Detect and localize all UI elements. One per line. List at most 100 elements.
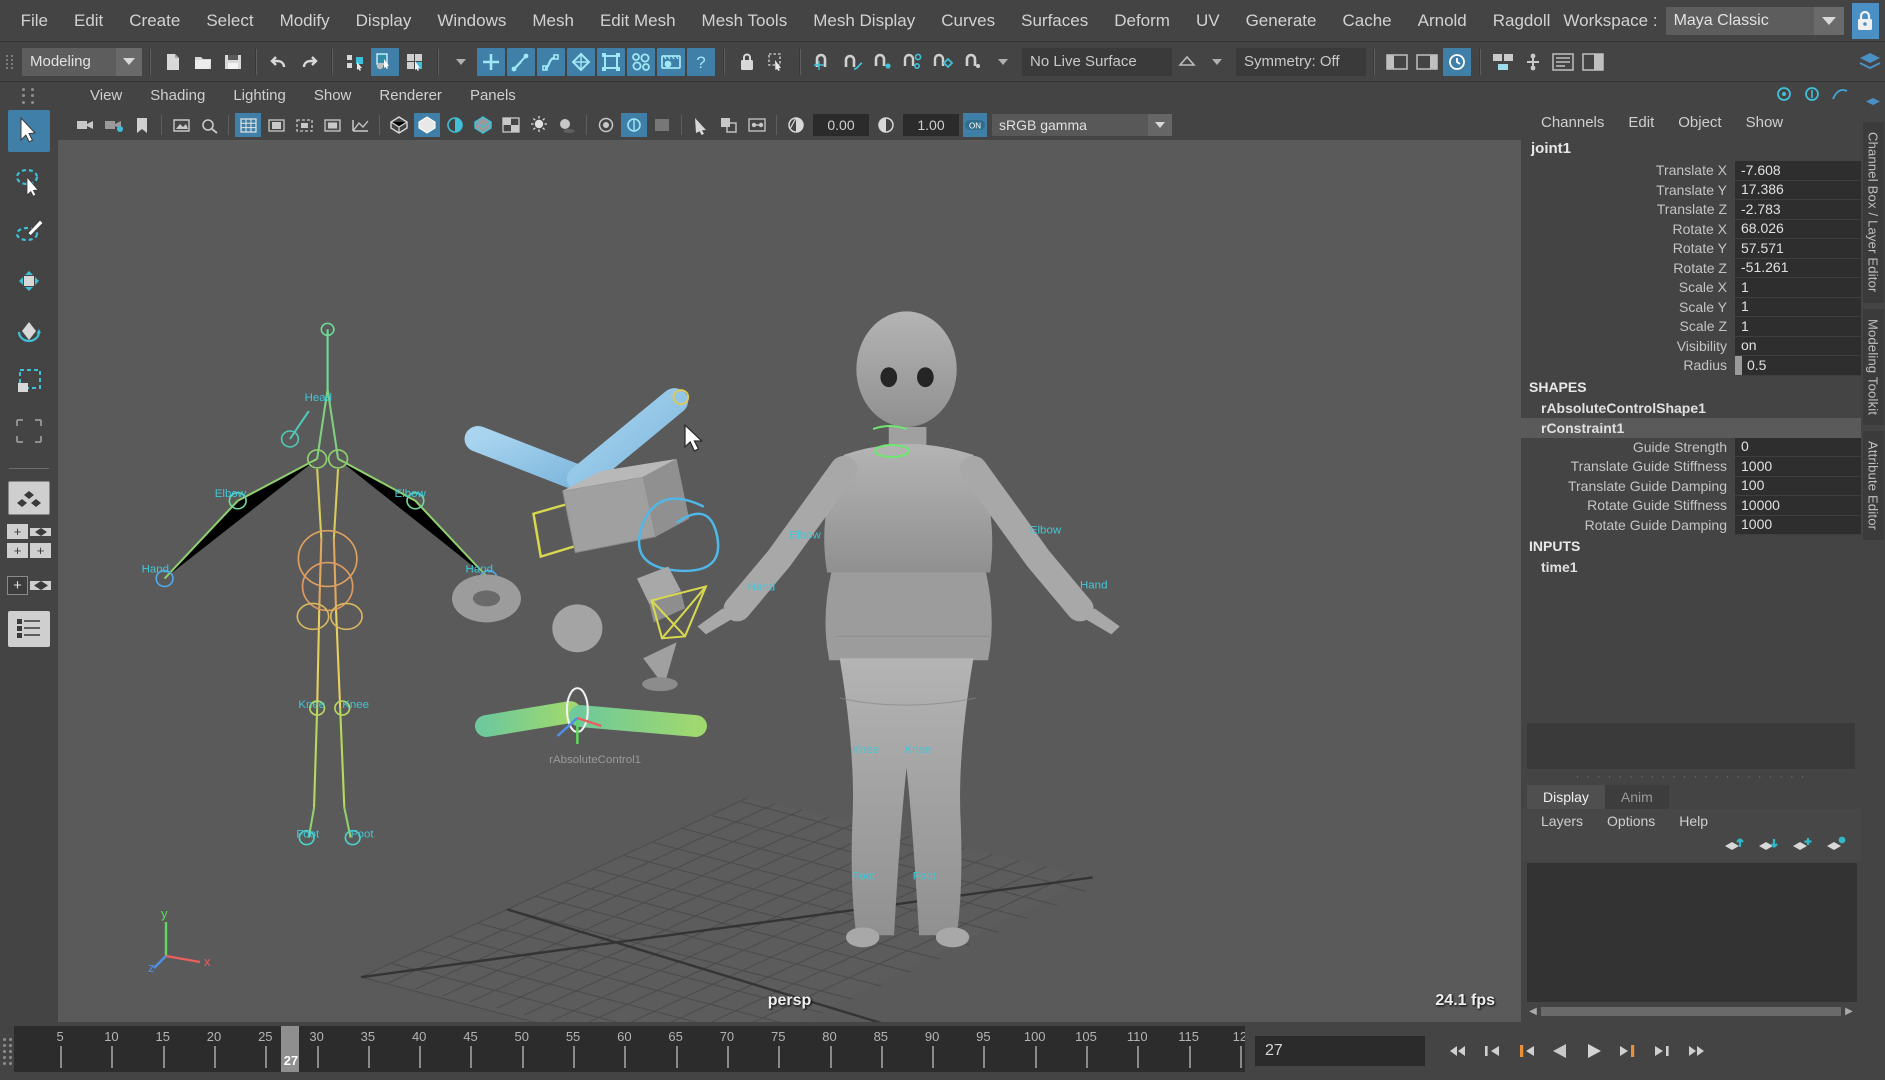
highlight-selection-icon[interactable] bbox=[763, 48, 791, 76]
shade-options-icon[interactable] bbox=[442, 113, 468, 137]
film-origin-icon[interactable] bbox=[347, 113, 373, 137]
attribute-row[interactable]: Translate Y17.386 bbox=[1521, 181, 1861, 201]
isolate-select-icon[interactable] bbox=[688, 113, 714, 137]
smooth-shade-all-icon[interactable] bbox=[414, 113, 440, 137]
layer-horizontal-scrollbar[interactable]: ◀ ▶ bbox=[1527, 1004, 1855, 1018]
scroll-right-icon[interactable]: ▶ bbox=[1843, 1006, 1855, 1017]
menu-uv[interactable]: UV bbox=[1183, 0, 1233, 42]
attribute-row[interactable]: Visibilityon bbox=[1521, 337, 1861, 357]
scroll-thumb[interactable] bbox=[1541, 1007, 1841, 1016]
select-by-component-icon[interactable] bbox=[401, 48, 429, 76]
attr-value[interactable]: 1000 bbox=[1735, 516, 1861, 536]
attr-value[interactable]: 0 bbox=[1735, 438, 1861, 458]
snap-point-icon[interactable] bbox=[869, 48, 897, 76]
attr-value[interactable]: 0.5 bbox=[1735, 356, 1861, 376]
xray-icon[interactable] bbox=[716, 113, 742, 137]
layer-menu-layers[interactable]: Layers bbox=[1529, 809, 1595, 833]
menu-mesh-display[interactable]: Mesh Display bbox=[800, 0, 928, 42]
menu-edit[interactable]: Edit bbox=[61, 0, 116, 42]
menu-create[interactable]: Create bbox=[116, 0, 193, 42]
add-objects-icon[interactable] bbox=[477, 48, 505, 76]
viewport-menu-renderer[interactable]: Renderer bbox=[365, 82, 456, 110]
select-tool[interactable] bbox=[8, 110, 50, 152]
attr-value[interactable]: -2.783 bbox=[1735, 200, 1861, 220]
undo-icon[interactable] bbox=[265, 48, 293, 76]
viewport-menu-shading[interactable]: Shading bbox=[136, 82, 219, 110]
attribute-row[interactable]: Translate Guide Stiffness1000 bbox=[1521, 457, 1861, 477]
attribute-row[interactable]: Translate X-7.608 bbox=[1521, 161, 1861, 181]
timeline-grip[interactable] bbox=[0, 1022, 14, 1080]
tab-channel-box-layer-editor[interactable]: Channel Box / Layer Editor bbox=[1863, 122, 1884, 303]
misc-filter-icon[interactable]: ? bbox=[687, 48, 715, 76]
menu-display[interactable]: Display bbox=[343, 0, 425, 42]
menu-ragdoll[interactable]: Ragdoll bbox=[1480, 0, 1564, 42]
viewport-menu-lighting[interactable]: Lighting bbox=[219, 82, 300, 110]
channel-box-toggle-icon[interactable] bbox=[1579, 48, 1607, 76]
viewport-menu-view[interactable]: View bbox=[76, 82, 136, 110]
snap-view-plane-icon[interactable] bbox=[929, 48, 957, 76]
lock-selection-icon[interactable] bbox=[733, 48, 761, 76]
attribute-row[interactable]: Scale Z1 bbox=[1521, 317, 1861, 337]
four-pane-layout[interactable]: + bbox=[7, 567, 51, 603]
save-scene-icon[interactable] bbox=[219, 48, 247, 76]
single-pane-layout[interactable] bbox=[8, 481, 50, 515]
last-tool-used[interactable] bbox=[8, 410, 50, 452]
menu-set-dropdown[interactable]: Modeling bbox=[22, 48, 142, 76]
layer-menu-options[interactable]: Options bbox=[1595, 809, 1667, 833]
exposure-field[interactable]: 0.00 bbox=[813, 114, 869, 136]
menu-curves[interactable]: Curves bbox=[928, 0, 1008, 42]
move-tool[interactable] bbox=[8, 260, 50, 302]
attr-value[interactable]: 68.026 bbox=[1735, 220, 1861, 240]
channelbox-menu-channels[interactable]: Channels bbox=[1529, 110, 1616, 136]
deformers-filter-icon[interactable] bbox=[597, 48, 625, 76]
two-pane-layout[interactable]: + + + bbox=[7, 523, 51, 559]
toolbar-grip[interactable] bbox=[4, 47, 16, 77]
shadows-icon[interactable] bbox=[554, 113, 580, 137]
bookmark-icon[interactable] bbox=[129, 113, 155, 137]
panel-splitter-handle[interactable]: · · · · · · · · · · · · · · · · · · · · … bbox=[1521, 771, 1861, 785]
menu-file[interactable]: File bbox=[8, 0, 61, 42]
attr-value[interactable]: -7.608 bbox=[1735, 161, 1861, 181]
make-live-icon[interactable] bbox=[1173, 48, 1201, 76]
attribute-row[interactable]: Rotate Guide Damping1000 bbox=[1521, 516, 1861, 536]
ambient-occlusion-icon[interactable] bbox=[593, 113, 619, 137]
channel-box-scroll-area[interactable] bbox=[1527, 723, 1855, 769]
dynamics-filter-icon[interactable] bbox=[627, 48, 655, 76]
attr-value[interactable]: -51.261 bbox=[1735, 259, 1861, 279]
attribute-row[interactable]: Rotate Z-51.261 bbox=[1521, 259, 1861, 279]
motion-blur-icon[interactable] bbox=[621, 113, 647, 137]
xray-joints-icon[interactable] bbox=[744, 113, 770, 137]
timeline-current-frame-marker[interactable]: 27 bbox=[281, 1026, 299, 1072]
gate-mask-icon[interactable] bbox=[319, 113, 345, 137]
curves-filter-icon[interactable] bbox=[507, 48, 535, 76]
menu-windows[interactable]: Windows bbox=[424, 0, 519, 42]
chevron-down-icon[interactable] bbox=[989, 48, 1017, 76]
layer-menu-help[interactable]: Help bbox=[1667, 809, 1720, 833]
menu-surfaces[interactable]: Surfaces bbox=[1008, 0, 1101, 42]
color-space-dropdown[interactable]: sRGB gamma bbox=[992, 114, 1172, 136]
menu-deform[interactable]: Deform bbox=[1101, 0, 1183, 42]
tab-anim[interactable]: Anim bbox=[1605, 785, 1669, 809]
snap-pivot-icon[interactable] bbox=[959, 48, 987, 76]
attribute-row[interactable]: Rotate Guide Stiffness10000 bbox=[1521, 496, 1861, 516]
maya-layers-icon[interactable] bbox=[1856, 48, 1884, 76]
snap-projected-center-icon[interactable] bbox=[899, 48, 927, 76]
menu-mesh-tools[interactable]: Mesh Tools bbox=[689, 0, 801, 42]
attribute-editor-tab-icon[interactable] bbox=[1803, 85, 1821, 108]
channelbox-menu-object[interactable]: Object bbox=[1666, 110, 1733, 136]
menu-mesh[interactable]: Mesh bbox=[519, 0, 587, 42]
attribute-row[interactable]: Scale Y1 bbox=[1521, 298, 1861, 318]
select-by-hierarchy-icon[interactable] bbox=[341, 48, 369, 76]
attr-value[interactable]: on bbox=[1735, 337, 1861, 357]
lock-icon[interactable] bbox=[1852, 3, 1879, 39]
3d-viewport[interactable]: Head Elbow Elbow Hand Hand Knee Knee Foo… bbox=[58, 140, 1521, 1022]
step-forward-frame-icon[interactable] bbox=[1611, 1036, 1645, 1066]
new-layer-icon[interactable] bbox=[1791, 835, 1813, 858]
redo-icon[interactable] bbox=[295, 48, 323, 76]
menu-modify[interactable]: Modify bbox=[267, 0, 343, 42]
select-by-object-icon[interactable] bbox=[371, 48, 399, 76]
viewport-menu-panels[interactable]: Panels bbox=[456, 82, 530, 110]
layer-list[interactable] bbox=[1527, 863, 1857, 1003]
texture-display-icon[interactable] bbox=[498, 113, 524, 137]
image-plane-icon[interactable] bbox=[168, 113, 194, 137]
